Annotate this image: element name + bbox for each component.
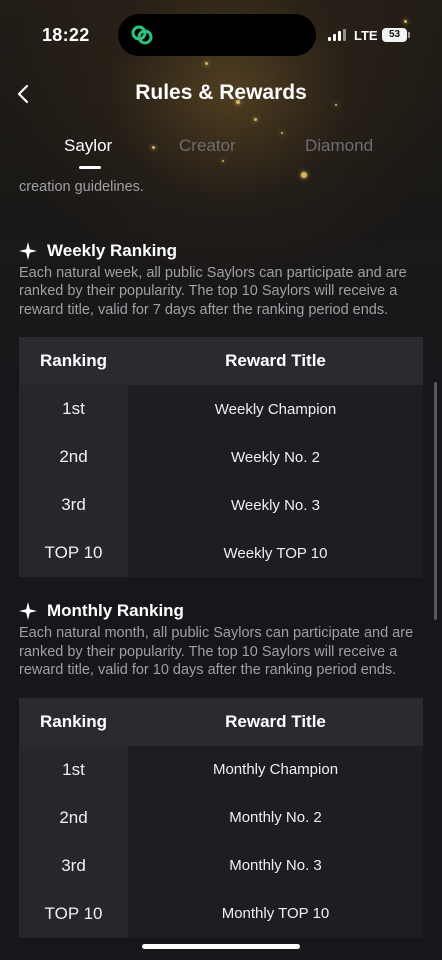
network-label: LTE — [354, 28, 378, 43]
rules-content: creation guidelines. Weekly Ranking Each… — [19, 178, 423, 938]
rank-cell: 2nd — [19, 433, 128, 481]
reward-cell: Monthly Champion — [128, 745, 423, 794]
rank-cell: 3rd — [19, 841, 128, 890]
battery-icon: 53 — [382, 28, 407, 42]
tab-bar: Saylor Creator Diamond — [0, 136, 442, 172]
tab-active-indicator — [79, 166, 101, 169]
dynamic-island — [118, 14, 316, 56]
scrollbar[interactable] — [434, 382, 437, 620]
reward-cell: Monthly No. 3 — [128, 841, 423, 890]
rank-cell: 3rd — [19, 481, 128, 529]
sparkle-star-icon — [19, 241, 37, 260]
table-row: 2nd Monthly No. 2 — [19, 793, 423, 842]
reward-cell: Weekly Champion — [128, 385, 423, 433]
monthly-heading: Monthly Ranking — [47, 601, 184, 620]
home-indicator[interactable] — [142, 944, 300, 949]
sparkle-star-icon — [19, 602, 37, 620]
reward-cell: Monthly TOP 10 — [128, 889, 423, 938]
table-header-row: Ranking Reward Title — [19, 697, 423, 746]
table-row: TOP 10 Weekly TOP 10 — [19, 529, 423, 577]
tab-diamond[interactable]: Diamond — [305, 136, 373, 156]
weekly-section-header: Weekly Ranking — [19, 238, 423, 264]
monthly-section-header: Monthly Ranking — [19, 598, 423, 624]
reward-cell: Weekly TOP 10 — [128, 529, 423, 577]
rank-cell: TOP 10 — [19, 889, 128, 938]
table-header-row: Ranking Reward Title — [19, 337, 423, 385]
rank-cell: 1st — [19, 385, 128, 433]
column-header-ranking: Ranking — [19, 697, 128, 746]
weekly-description: Each natural week, all public Saylors ca… — [19, 264, 407, 318]
table-row: TOP 10 Monthly TOP 10 — [19, 889, 423, 938]
rank-cell: 1st — [19, 745, 128, 794]
monthly-reward-table: Ranking Reward Title 1st Monthly Champio… — [19, 697, 423, 938]
battery-tip — [408, 32, 410, 38]
table-row: 1st Weekly Champion — [19, 385, 423, 433]
weekly-heading: Weekly Ranking — [47, 240, 178, 260]
table-row: 3rd Weekly No. 3 — [19, 481, 423, 529]
rank-cell: 2nd — [19, 793, 128, 842]
page-title: Rules & Rewards — [135, 81, 307, 104]
monthly-description: Each natural month, all public Saylors c… — [19, 625, 414, 678]
intro-text: creation guidelines. — [19, 179, 144, 195]
status-time: 18:22 — [42, 25, 90, 45]
column-header-reward-title: Reward Title — [128, 697, 423, 746]
table-row: 2nd Weekly No. 2 — [19, 433, 423, 481]
link-icon — [131, 25, 153, 45]
column-header-reward-title: Reward Title — [128, 337, 423, 385]
tab-saylor[interactable]: Saylor — [64, 136, 112, 156]
signal-icon — [328, 29, 348, 41]
tab-creator[interactable]: Creator — [179, 136, 236, 156]
status-bar: 18:22 LTE 53 — [0, 0, 442, 62]
reward-cell: Monthly No. 2 — [128, 793, 423, 842]
table-row: 1st Monthly Champion — [19, 745, 423, 794]
rank-cell: TOP 10 — [19, 529, 128, 577]
weekly-reward-table: Ranking Reward Title 1st Weekly Champion… — [19, 337, 423, 577]
column-header-ranking: Ranking — [19, 337, 128, 385]
reward-cell: Weekly No. 3 — [128, 481, 423, 529]
reward-cell: Weekly No. 2 — [128, 433, 423, 481]
table-row: 3rd Monthly No. 3 — [19, 841, 423, 890]
